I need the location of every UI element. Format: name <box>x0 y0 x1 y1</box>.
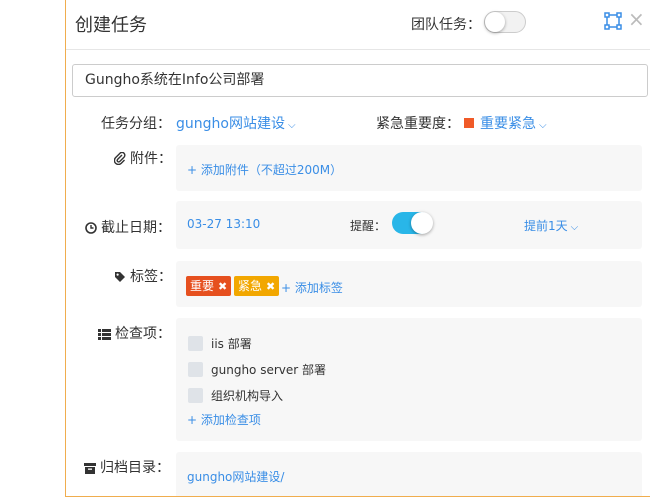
group-select[interactable]: gungho网站建设 ⌵ <box>176 113 296 133</box>
add-checklist-item-link[interactable]: + 添加检查项 <box>187 411 261 428</box>
archive-folder-link[interactable]: gungho网站建设/ <box>187 468 284 485</box>
paperclip-icon <box>113 151 126 166</box>
attachment-label-text: 附件： <box>130 151 172 167</box>
priority-label: 紧急重要度： <box>376 116 460 132</box>
tag-chip: 紧急 ✖ <box>234 276 280 296</box>
checklist-item-text: gungho server 部署 <box>211 363 327 377</box>
archive-icon <box>84 463 96 474</box>
advance-value: 提前1天 <box>524 219 568 233</box>
checklist-item[interactable]: iis 部署 <box>188 335 252 353</box>
dialog-header: 创建任务 团队任务： × <box>66 0 650 50</box>
list-icon <box>98 329 111 340</box>
tag-text: 紧急 <box>238 279 263 293</box>
close-icon[interactable]: × <box>628 8 645 30</box>
toggle-knob <box>411 212 433 234</box>
advance-select[interactable]: 提前1天 ⌵ <box>524 217 578 234</box>
priority-select[interactable]: 重要紧急 ⌵ <box>464 113 547 133</box>
team-task-toggle[interactable] <box>484 11 526 33</box>
add-tag-link[interactable]: + 添加标签 <box>281 279 343 296</box>
reminder-label: 提醒： <box>350 219 387 233</box>
team-task-label: 团队任务： <box>411 17 481 33</box>
archive-panel: gungho网站建设/ <box>176 452 642 496</box>
checkbox[interactable] <box>188 388 203 403</box>
tag-icon <box>115 272 125 282</box>
attachment-label: 附件： <box>113 148 172 168</box>
checkbox[interactable] <box>188 336 203 351</box>
priority-value: 重要紧急 <box>480 116 536 132</box>
tags-label-text: 标签： <box>130 269 172 285</box>
checkbox[interactable] <box>188 362 203 377</box>
checklist-label: 检查项： <box>98 323 171 343</box>
chevron-down-icon: ⌵ <box>570 222 579 233</box>
checklist-item[interactable]: 组织机构导入 <box>188 387 283 405</box>
tags-label: 标签： <box>114 266 172 286</box>
remove-tag-icon[interactable]: ✖ <box>218 280 227 293</box>
remove-tag-icon[interactable]: ✖ <box>266 280 275 293</box>
group-label: 任务分组： <box>101 116 171 132</box>
checklist-label-text: 检查项： <box>115 326 171 342</box>
tag-chip: 重要 ✖ <box>186 276 232 296</box>
toggle-knob <box>485 12 505 32</box>
priority-color-square <box>464 118 474 128</box>
checklist-item[interactable]: gungho server 部署 <box>188 361 326 379</box>
archive-label-text: 归档目录： <box>100 460 170 476</box>
attachment-panel: + 添加附件（不超过200M） <box>176 145 642 191</box>
group-value: gungho网站建设 <box>176 116 285 132</box>
deadline-value[interactable]: 03-27 13:10 <box>187 217 260 231</box>
expand-icon[interactable] <box>604 12 622 30</box>
dialog-title: 创建任务 <box>75 15 147 36</box>
reminder-toggle[interactable] <box>392 212 433 234</box>
chevron-down-icon: ⌵ <box>539 120 547 131</box>
task-name-input[interactable]: Gungho系统在Info公司部署 <box>72 64 648 97</box>
add-attachment-link[interactable]: + 添加附件（不超过200M） <box>187 161 342 178</box>
clock-icon <box>85 222 97 234</box>
checklist-item-text: iis 部署 <box>211 337 252 351</box>
archive-label: 归档目录： <box>84 457 170 477</box>
deadline-label: 截止日期： <box>85 217 171 237</box>
chevron-down-icon: ⌵ <box>287 120 296 131</box>
checklist-item-text: 组织机构导入 <box>211 389 284 403</box>
create-task-dialog: 创建任务 团队任务： × Gungho系统在Info公司部署 任务分组： gun… <box>65 0 650 497</box>
tag-text: 重要 <box>190 279 215 293</box>
deadline-label-text: 截止日期： <box>101 220 171 236</box>
